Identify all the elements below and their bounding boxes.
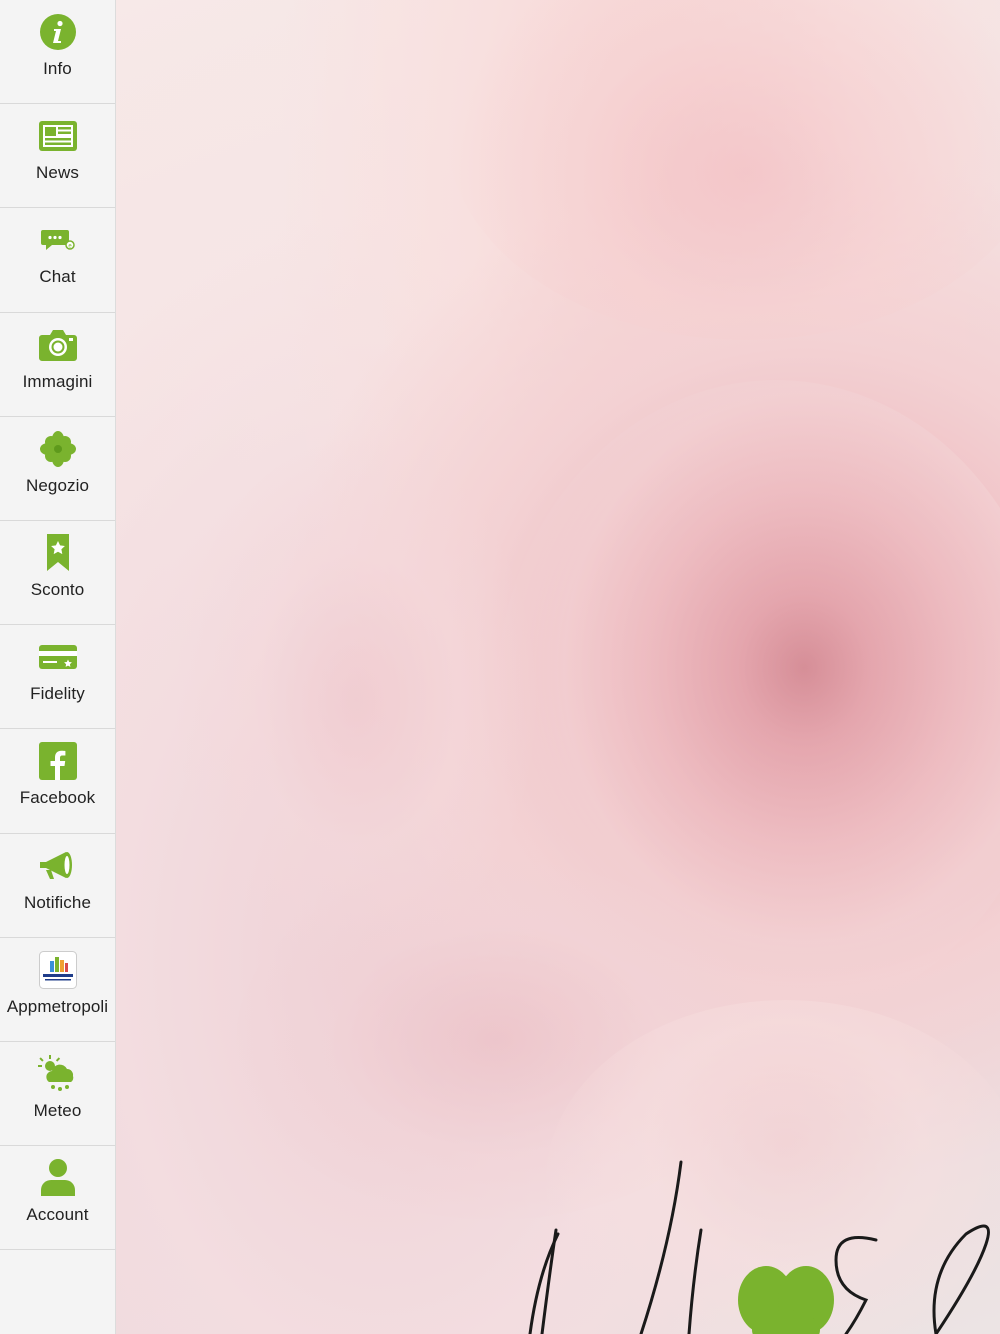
- sidebar-item-chat[interactable]: e Chat: [0, 208, 115, 313]
- sidebar-item-notifiche[interactable]: Notifiche: [0, 834, 115, 938]
- sidebar-item-label: Negozio: [25, 475, 90, 495]
- megaphone-icon: [36, 844, 80, 888]
- brand-logo: [528, 1160, 990, 1334]
- sidebar-item-meteo[interactable]: Meteo: [0, 1042, 115, 1147]
- sidebar-item-info[interactable]: Info: [0, 0, 115, 105]
- appmetropoli-logo-icon: [36, 948, 80, 992]
- sidebar-item-negozio[interactable]: Negozio: [0, 417, 115, 521]
- sidebar-item-label: Appmetropoli: [6, 996, 109, 1016]
- sidebar-item-immagini[interactable]: Immagini: [0, 313, 115, 417]
- chat-icon: e: [36, 218, 80, 262]
- info-icon: [36, 10, 80, 54]
- sidebar-item-sconto[interactable]: Sconto: [0, 521, 115, 626]
- sidebar-item-label: Fidelity: [30, 684, 85, 704]
- sidebar-item-facebook[interactable]: Facebook: [0, 729, 115, 834]
- bookmark-star-icon: [36, 531, 80, 575]
- sidebar-item-label: Info: [43, 59, 72, 78]
- sidebar-item-label: Chat: [39, 267, 76, 287]
- sidebar-item-appmetropoli[interactable]: Appmetropoli: [0, 938, 115, 1042]
- sidebar-item-label: Immagini: [22, 371, 93, 391]
- sidebar-item-label: Notifiche: [23, 892, 92, 912]
- sidebar-nav: Info News e Chat Immagini Negozio Sconto…: [0, 0, 116, 1334]
- user-icon: [36, 1156, 80, 1200]
- news-icon: [36, 114, 80, 158]
- flower-icon: [36, 427, 80, 471]
- sidebar-item-label: Meteo: [33, 1100, 82, 1120]
- facebook-icon: [36, 739, 80, 783]
- weather-icon: [36, 1052, 80, 1096]
- camera-icon: [36, 323, 80, 367]
- sidebar-item-label: Facebook: [19, 788, 96, 808]
- sidebar-item-label: Account: [26, 1205, 89, 1225]
- sidebar-item-account[interactable]: Account: [0, 1146, 115, 1251]
- sidebar-item-news[interactable]: News: [0, 104, 115, 209]
- card-icon: [36, 635, 80, 679]
- sidebar-item-label: News: [36, 163, 79, 183]
- sidebar-item-fidelity[interactable]: Fidelity: [0, 625, 115, 730]
- hero-background-image: [116, 0, 1000, 1334]
- sidebar-item-label: Sconto: [30, 579, 85, 599]
